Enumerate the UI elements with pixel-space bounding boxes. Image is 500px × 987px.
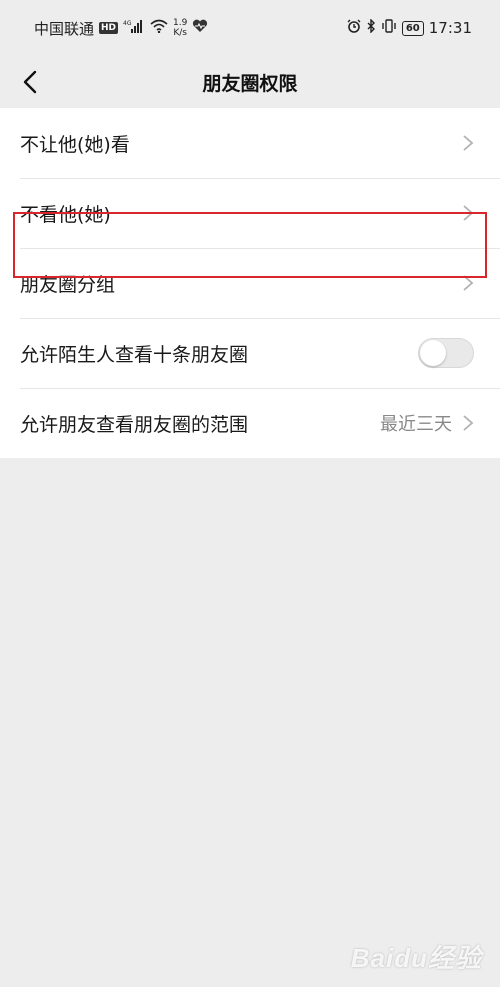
wifi-icon bbox=[150, 19, 168, 37]
setting-label: 允许朋友查看朋友圈的范围 bbox=[20, 413, 249, 436]
chevron-right-icon bbox=[463, 135, 474, 151]
carrier-name: 中国联通 bbox=[34, 19, 95, 38]
setting-label: 不让他(她)看 bbox=[20, 133, 130, 156]
setting-value-group: 最近三天 bbox=[380, 410, 474, 436]
baidu-watermark: Baidu经验 bbox=[350, 943, 482, 973]
setting-label: 允许陌生人查看十条朋友圈 bbox=[20, 343, 249, 366]
chevron-right-icon bbox=[463, 415, 474, 431]
chevron-right-icon bbox=[463, 275, 474, 291]
status-bar-left: 中国联通 HD 4G 1.9 K/s bbox=[34, 18, 208, 39]
speed-unit: K/s bbox=[173, 28, 187, 38]
toggle-knob bbox=[420, 340, 446, 366]
status-bar: 中国联通 HD 4G 1.9 K/s 60 17:31 bbox=[0, 0, 500, 56]
bluetooth-icon bbox=[366, 18, 376, 37]
stranger-view-toggle[interactable] bbox=[418, 338, 474, 368]
battery-indicator: 60 bbox=[401, 20, 424, 36]
chevron-right-icon bbox=[463, 205, 474, 221]
status-bar-right: 60 17:31 bbox=[347, 18, 472, 37]
setting-label: 朋友圈分组 bbox=[20, 273, 116, 296]
signal-icon: 4G bbox=[123, 19, 145, 37]
setting-stranger-view-ten-posts: 允许陌生人查看十条朋友圈 bbox=[0, 318, 500, 388]
speed-value: 1.9 bbox=[173, 18, 188, 28]
settings-list: 不让他(她)看 不看他(她) 朋友圈分组 允许陌生人查看十条朋友圈 允许朋友查看… bbox=[0, 108, 500, 458]
heart-health-icon bbox=[192, 19, 208, 37]
vibrate-icon bbox=[381, 19, 397, 37]
network-speed: 1.9 K/s bbox=[173, 18, 187, 38]
network-type: 4G bbox=[123, 20, 132, 27]
setting-hide-my-posts[interactable]: 不让他(她)看 bbox=[0, 108, 500, 178]
setting-label: 不看他(她) bbox=[20, 203, 111, 226]
setting-value: 最近三天 bbox=[380, 414, 452, 435]
status-time: 17:31 bbox=[428, 19, 472, 37]
page-title: 朋友圈权限 bbox=[202, 72, 298, 95]
hd-badge: HD bbox=[99, 22, 119, 34]
back-button[interactable] bbox=[12, 64, 48, 100]
alarm-icon bbox=[347, 19, 361, 37]
setting-moments-groups[interactable]: 朋友圈分组 bbox=[0, 248, 500, 318]
setting-friends-view-range[interactable]: 允许朋友查看朋友圈的范围 最近三天 bbox=[0, 388, 500, 458]
nav-bar: 朋友圈权限 bbox=[0, 56, 500, 108]
back-arrow-icon bbox=[23, 70, 37, 94]
setting-hide-their-posts[interactable]: 不看他(她) bbox=[0, 178, 500, 248]
